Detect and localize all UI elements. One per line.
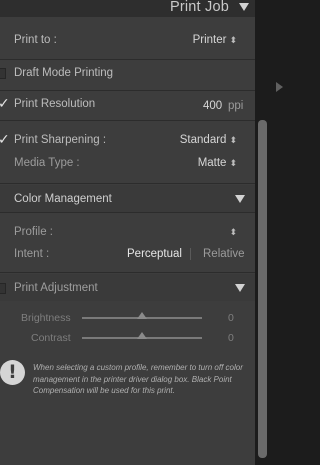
contrast-label: Contrast	[31, 332, 71, 344]
media-type-label: Media Type :	[14, 157, 80, 169]
checkmark-icon[interactable]: ✓	[0, 132, 10, 146]
media-type-row: Media Type : Matte ⬍	[0, 150, 255, 177]
media-type-select[interactable]: Matte ⬍	[198, 157, 237, 169]
print-resolution-row: ✓ Print Resolution 400 ppi	[0, 92, 255, 119]
panel-header[interactable]: Print Job	[0, 0, 255, 17]
intent-separator	[190, 248, 191, 260]
divider	[0, 272, 255, 273]
print-to-value: Printer	[192, 34, 227, 46]
profile-select[interactable]: ⬍	[226, 226, 237, 238]
color-management-title: Color Management	[14, 193, 112, 205]
print-resolution-value[interactable]: 400	[203, 100, 222, 112]
print-to-row: Print to : Printer ⬍	[0, 26, 255, 53]
intent-row: Intent : Perceptual Relative	[0, 241, 255, 268]
contrast-row: Contrast 0	[0, 324, 255, 351]
print-adjustment-triangle-icon[interactable]	[235, 284, 245, 292]
print-adjustment-checkbox[interactable]	[0, 283, 6, 294]
contrast-slider-knob[interactable]	[137, 332, 147, 339]
brightness-slider-knob[interactable]	[137, 312, 147, 319]
print-sharpening-label: Print Sharpening :	[14, 134, 107, 146]
brightness-label: Brightness	[21, 312, 71, 324]
info-note: When selecting a custom profile, remembe…	[33, 363, 243, 395]
color-management-header[interactable]: Color Management	[0, 185, 255, 212]
intent-label: Intent :	[14, 248, 50, 260]
checkmark-icon[interactable]: ✓	[0, 96, 10, 110]
intent-relative[interactable]: Relative	[203, 248, 245, 260]
divider	[0, 183, 255, 184]
media-type-value: Matte	[197, 157, 227, 169]
warning-icon: !	[0, 360, 25, 385]
divider	[0, 90, 255, 91]
divider	[0, 120, 255, 121]
contrast-value: 0	[228, 332, 234, 344]
updown-icon: ⬍	[229, 135, 237, 145]
intent-perceptual[interactable]: Perceptual	[127, 248, 182, 260]
profile-label: Profile :	[14, 226, 53, 238]
expand-right-arrow-icon[interactable]	[276, 82, 283, 92]
panel-title: Print Job	[169, 0, 229, 15]
draft-mode-label: Draft Mode Printing	[14, 67, 114, 79]
draft-mode-row[interactable]: Draft Mode Printing	[0, 60, 255, 87]
updown-icon: ⬍	[229, 35, 237, 45]
draft-mode-checkbox[interactable]	[0, 68, 6, 79]
updown-icon: ⬍	[229, 158, 237, 168]
print-resolution-label: Print Resolution	[14, 98, 96, 110]
print-sharpening-select[interactable]: Standard ⬍	[180, 134, 237, 146]
print-to-label: Print to :	[14, 34, 57, 46]
print-job-panel: Print Job Print to : Printer ⬍ Draft Mode…	[0, 0, 255, 465]
print-resolution-unit: ppi	[228, 100, 244, 112]
print-adjustment-title: Print Adjustment	[14, 282, 98, 294]
print-sharpening-value: Standard	[179, 134, 227, 146]
scrollbar-thumb[interactable]	[258, 120, 267, 458]
brightness-value: 0	[228, 312, 234, 324]
collapse-triangle-icon[interactable]	[239, 3, 249, 11]
print-adjustment-header[interactable]: Print Adjustment	[0, 274, 255, 301]
divider	[0, 212, 255, 213]
print-to-select[interactable]: Printer ⬍	[193, 34, 237, 46]
color-management-triangle-icon[interactable]	[235, 195, 245, 203]
updown-icon: ⬍	[229, 227, 237, 237]
